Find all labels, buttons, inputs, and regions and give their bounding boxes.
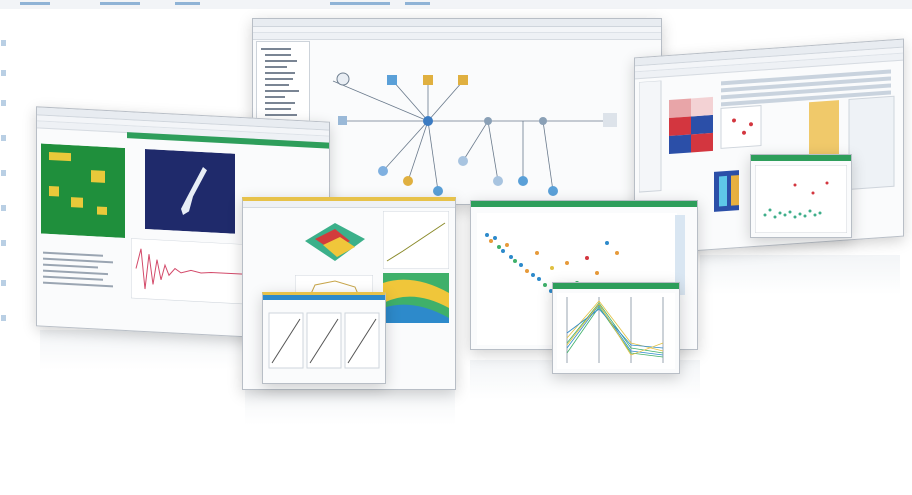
microscopy-image[interactable] — [145, 149, 235, 234]
toolbar[interactable] — [243, 201, 455, 208]
workflow-canvas[interactable] — [313, 41, 658, 201]
green-header-bar — [751, 155, 851, 161]
line-plot — [383, 211, 449, 269]
signal-plot — [131, 238, 251, 305]
regression-window[interactable] — [262, 292, 386, 384]
left-edge-strip — [0, 0, 8, 330]
parallel-coords-window[interactable] — [552, 282, 680, 374]
blue-header-bar — [263, 295, 385, 300]
title-bar[interactable] — [253, 19, 661, 27]
scatter-popup-window[interactable] — [750, 154, 852, 238]
app-collage — [0, 0, 912, 495]
surface-3d-plot — [305, 223, 365, 261]
results-table[interactable] — [41, 248, 121, 312]
parallel-coordinates-plot — [557, 293, 675, 369]
regression-plots — [268, 312, 380, 369]
reflection — [700, 255, 900, 295]
green-header-bar — [471, 201, 697, 207]
scatter-plot — [755, 165, 847, 233]
toolbar[interactable] — [253, 33, 661, 40]
contour-plot — [383, 273, 449, 323]
top-banner-strip — [0, 0, 912, 9]
plate-map[interactable] — [41, 143, 125, 238]
green-header-bar — [553, 283, 679, 289]
reflection — [245, 385, 455, 425]
